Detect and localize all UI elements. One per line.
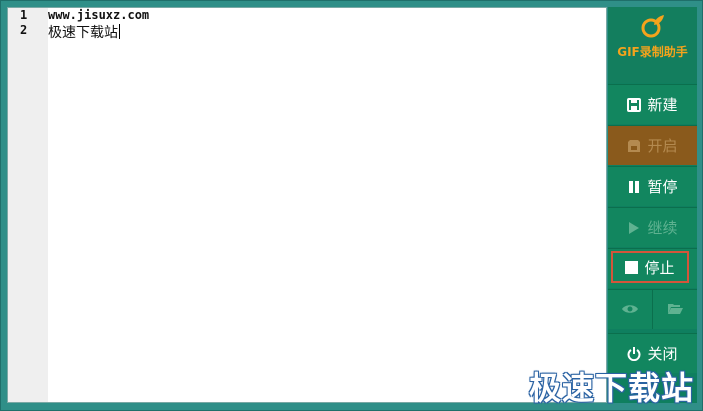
stop-button-label: 停止 [644, 258, 675, 277]
stop-square-icon [625, 260, 639, 274]
power-icon [627, 346, 641, 361]
new-button[interactable]: 新建 [608, 84, 697, 124]
site-watermark: 极速下载站 [529, 369, 695, 407]
line-number-gutter [8, 8, 48, 402]
text-editor[interactable]: 1 www.jisuxz.com 2 极速下载站 [7, 7, 607, 403]
text-caret [119, 24, 120, 39]
stop-button[interactable]: 停止 [608, 248, 697, 288]
resume-button[interactable]: 继续 [608, 207, 697, 247]
stop-button-highlight: 停止 [611, 251, 689, 283]
line-number-1: 1 [20, 8, 28, 22]
recorder-panel: GIF录制助手 新建 开启 暂停 继续 停止 关闭 [608, 7, 697, 403]
folder-open-icon [667, 301, 684, 319]
start-button-label: 开启 [647, 137, 678, 155]
pause-button[interactable]: 暂停 [608, 166, 697, 206]
save-icon [627, 97, 642, 112]
editor-line-2-text: 极速下载站 [48, 25, 118, 41]
preview-button[interactable] [608, 290, 652, 329]
open-folder-button[interactable] [652, 290, 697, 329]
eye-icon [621, 301, 639, 319]
pause-button-label: 暂停 [647, 178, 678, 196]
play-icon [627, 221, 641, 235]
leaf-logo-icon [641, 15, 664, 38]
line-number-2: 2 [20, 23, 28, 37]
app-logo-text: GIF录制助手 [617, 45, 688, 59]
app-window: 1 www.jisuxz.com 2 极速下载站 GIF录制助手 新建 开启 暂… [0, 0, 703, 411]
sd-card-icon [627, 139, 641, 153]
resume-button-label: 继续 [647, 219, 678, 237]
start-button[interactable]: 开启 [608, 125, 697, 165]
new-button-label: 新建 [647, 96, 678, 114]
app-logo: GIF录制助手 [608, 7, 697, 83]
editor-line-1[interactable]: www.jisuxz.com [48, 8, 149, 22]
pause-icon [627, 180, 641, 194]
editor-line-2[interactable]: 极速下载站 [48, 22, 120, 42]
close-button-label: 关闭 [647, 345, 678, 363]
preview-folder-row [608, 289, 697, 329]
